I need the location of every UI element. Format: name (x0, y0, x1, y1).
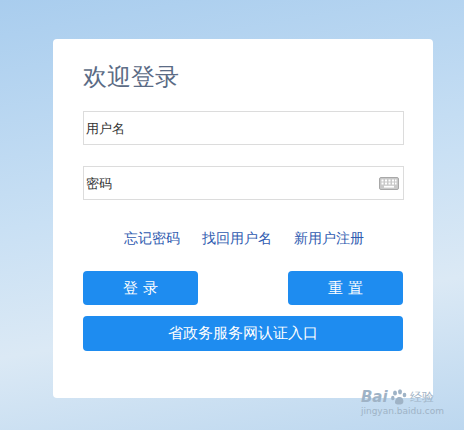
link-row: 忘记密码 找回用户名 新用户注册 (83, 229, 404, 247)
keyboard-icon[interactable] (379, 177, 399, 190)
reset-button[interactable]: 重 置 (288, 271, 403, 305)
login-card: 欢迎登录忘记密码 找回用户名 新用户注册登 录 重 置省政务服务网认证入口 (53, 39, 433, 398)
watermark-product: 经验 (410, 389, 434, 406)
password-input[interactable] (84, 170, 379, 197)
button-row: 登 录重 置 (83, 271, 403, 305)
watermark-url: jingyan.baidu.com (361, 406, 444, 416)
watermark: Bai 经验jingyan.baidu.com (361, 388, 444, 416)
link[interactable]: 新用户注册 (294, 229, 364, 247)
watermark-brand: Bai (361, 388, 388, 406)
username-field[interactable] (83, 111, 404, 145)
link[interactable]: 忘记密码 (124, 229, 180, 247)
gov-auth-button[interactable]: 省政务服务网认证入口 (83, 316, 403, 351)
password-field[interactable] (83, 166, 404, 200)
login-page: 欢迎登录忘记密码 找回用户名 新用户注册登 录 重 置省政务服务网认证入口 Bai 经验j… (0, 0, 464, 430)
link[interactable]: 找回用户名 (202, 229, 272, 247)
text-input[interactable] (84, 115, 403, 142)
paw-icon (390, 388, 408, 406)
login-title: 欢迎登录 (83, 61, 404, 93)
login-button[interactable]: 登 录 (83, 271, 198, 305)
